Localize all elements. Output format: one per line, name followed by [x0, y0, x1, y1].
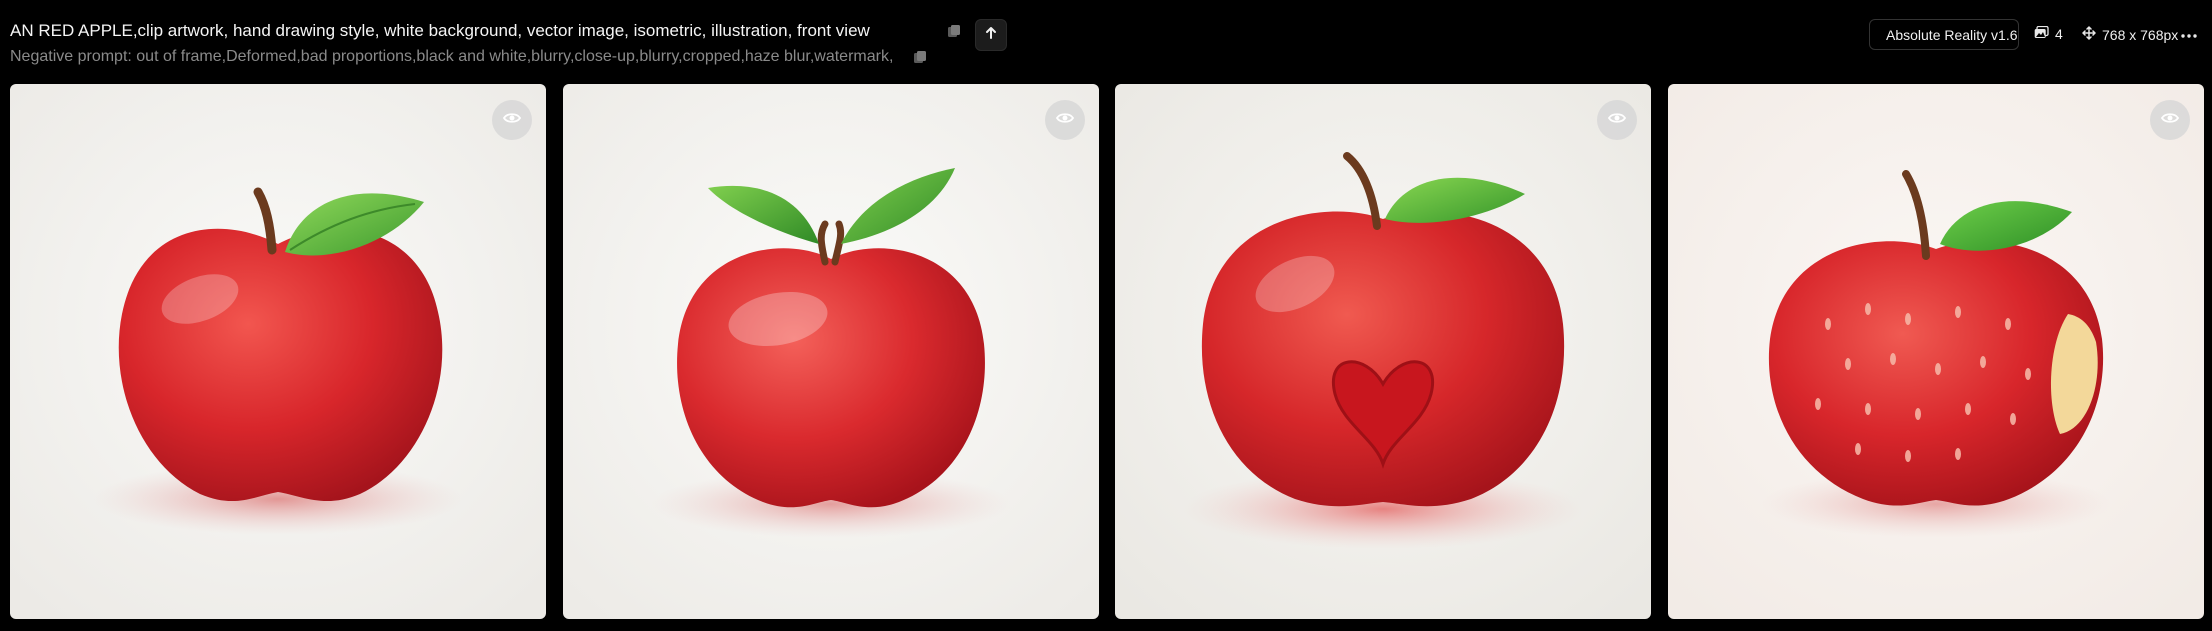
- image-count-value: 4: [2055, 26, 2063, 42]
- preview-button[interactable]: [1045, 100, 1085, 140]
- more-button[interactable]: [2177, 22, 2201, 46]
- apple-image: [563, 84, 1099, 619]
- apple-image: [1115, 84, 1651, 619]
- eye-icon: [1607, 111, 1627, 129]
- prompt-text: AN RED APPLE,clip artwork, hand drawing …: [10, 21, 870, 40]
- copy-icon[interactable]: [947, 24, 961, 38]
- preview-button[interactable]: [492, 100, 532, 140]
- model-name: Absolute Reality v1.6: [1886, 26, 2018, 43]
- apple-image: [10, 84, 546, 619]
- image-set-header: AN RED APPLE,clip artwork, hand drawing …: [0, 0, 2212, 80]
- images-icon: [2034, 25, 2049, 42]
- image-dimensions-value: 768 x 768px: [2102, 26, 2179, 43]
- eye-icon: [1055, 111, 1075, 129]
- generated-image-2[interactable]: [563, 84, 1099, 619]
- upload-button[interactable]: [975, 19, 1007, 51]
- model-chip[interactable]: Absolute Reality v1.6: [1869, 19, 2019, 50]
- eye-icon: [2160, 111, 2180, 129]
- generated-image-1[interactable]: [10, 84, 546, 619]
- image-dimensions: 768 x 768px: [2082, 26, 2178, 43]
- eye-icon: [502, 111, 522, 129]
- generated-image-4[interactable]: [1668, 84, 2204, 619]
- more-horizontal-icon: [2181, 25, 2197, 43]
- generated-image-3[interactable]: [1115, 84, 1651, 619]
- move-icon: [2082, 26, 2096, 43]
- arrow-up-icon: [984, 26, 998, 45]
- preview-button[interactable]: [2150, 100, 2190, 140]
- negative-prompt-text: Negative prompt: out of frame,Deformed,b…: [10, 48, 894, 65]
- copy-icon[interactable]: [913, 50, 927, 64]
- apple-image: [1668, 84, 2204, 619]
- image-count: 4: [2034, 25, 2063, 42]
- preview-button[interactable]: [1597, 100, 1637, 140]
